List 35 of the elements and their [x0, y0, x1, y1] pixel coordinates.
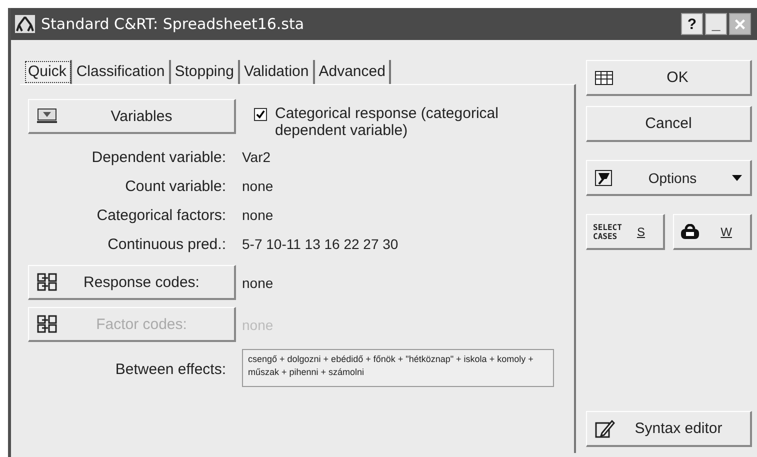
tab[interactable]: Quick: [24, 60, 72, 84]
help-button[interactable]: ?: [681, 13, 703, 35]
weight-button[interactable]: W: [673, 214, 752, 250]
field-value: 5-7 10-11 13 16 22 27 30: [242, 236, 400, 253]
table-icon: [595, 70, 613, 84]
field-label: Dependent variable:: [90, 149, 226, 166]
arrow-grid-icon: [37, 273, 57, 291]
field-label: Continuous pred.:: [106, 236, 226, 253]
variables-button[interactable]: Variables: [28, 99, 236, 134]
caret-icon: [732, 174, 742, 180]
field-label: Count variable:: [124, 178, 226, 195]
screen-icon: [37, 108, 57, 124]
cancel-button[interactable]: Cancel: [586, 106, 752, 142]
pencil-icon: [595, 420, 615, 438]
arrow-grid-icon: [37, 315, 57, 333]
select-cases-label: SELECT CASES: [593, 222, 622, 240]
ok-button[interactable]: OK: [586, 60, 752, 96]
field-label: Categorical factors:: [96, 207, 226, 224]
window-title: Standard C&RT: Spreadsheet16.sta: [41, 15, 306, 33]
syntax-editor-button[interactable]: Syntax editor: [586, 411, 752, 447]
field-value: none: [242, 178, 274, 195]
select-cases-button[interactable]: SELECT CASES S: [586, 214, 665, 250]
effects-field[interactable]: csengő + dolgozni + ebédidő + főnök + "hétköznap" + iskola + komoly + műszak + pihenni + számolni: [242, 349, 554, 387]
weight-icon: [680, 224, 700, 240]
codes-value: none: [242, 274, 274, 290]
tree-icon: [15, 15, 35, 33]
checkbox[interactable]: [254, 108, 267, 121]
hammer-icon: [595, 170, 613, 186]
minimize-button[interactable]: _: [705, 13, 727, 35]
checkbox-label: Categorical response (categorical dependent variable): [275, 105, 500, 139]
options-button[interactable]: Options: [586, 160, 752, 196]
field-value: none: [242, 207, 274, 224]
field-value: Var2: [242, 149, 272, 166]
field-label: Between effects:: [114, 360, 226, 378]
codes-button[interactable]: Response codes:: [28, 265, 236, 300]
